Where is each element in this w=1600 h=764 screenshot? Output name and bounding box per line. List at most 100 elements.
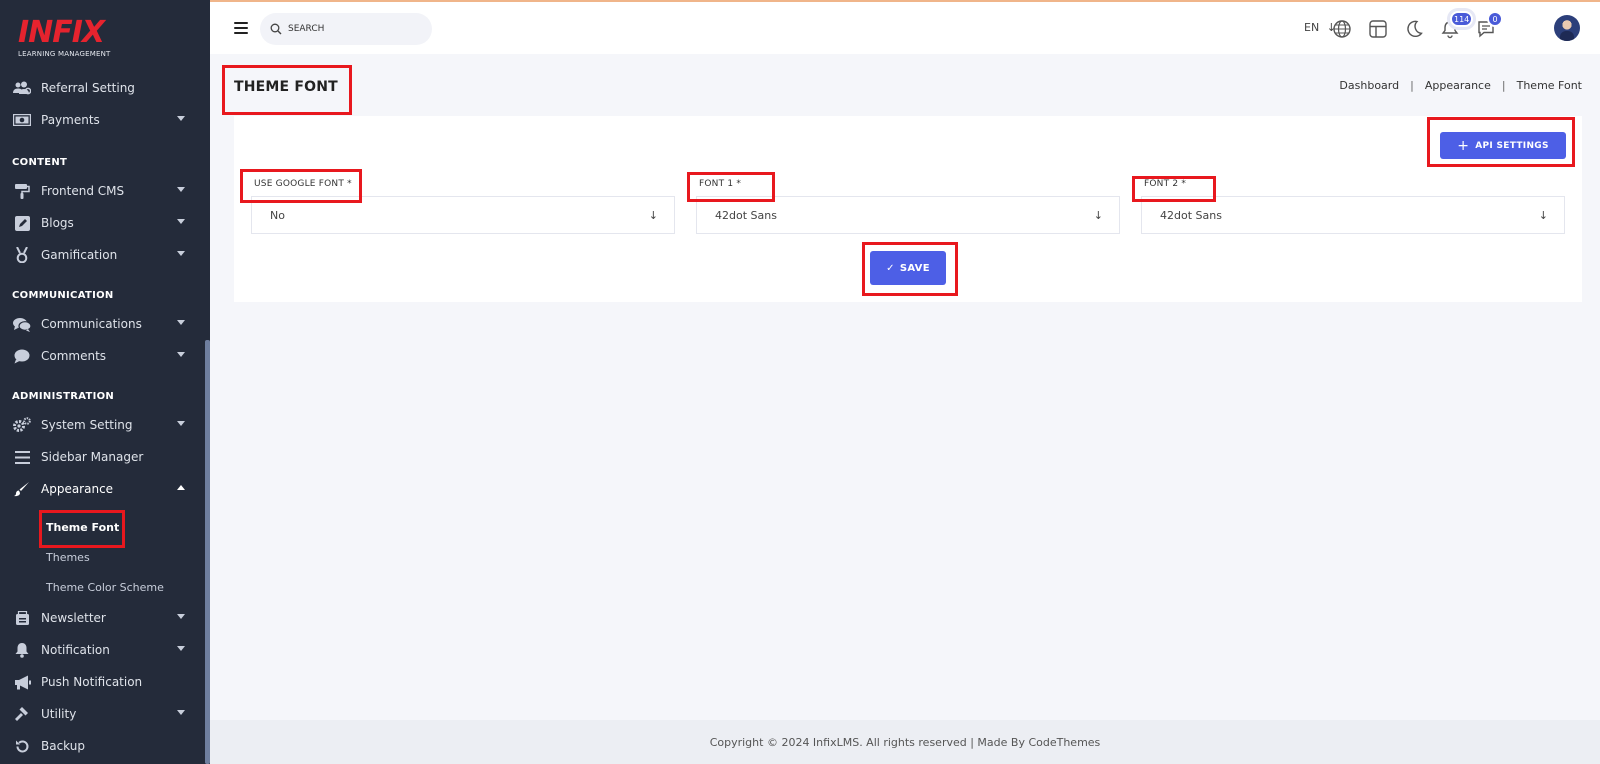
save-button[interactable]: ✓ SAVE (870, 251, 946, 285)
sidebar-item-backup[interactable]: Backup (0, 731, 205, 761)
sidebar-item-label: System Setting (41, 418, 133, 432)
arrow-down-icon: ↓ (1538, 208, 1548, 222)
chevron-down-icon (177, 219, 185, 224)
notification-count-badge: 114 (1450, 11, 1474, 27)
google-font-value: No (270, 208, 285, 222)
sidebar-subitem-theme-color-scheme[interactable]: Theme Color Scheme (46, 581, 164, 594)
sidebar-item-referral-setting[interactable]: Referral Setting (0, 73, 205, 103)
medal-icon (12, 247, 32, 263)
hammer-icon (12, 706, 32, 722)
chevron-down-icon (177, 421, 185, 426)
sidebar-item-push-notification[interactable]: Push Notification (0, 667, 205, 697)
sidebar-subitem-themes[interactable]: Themes (46, 551, 90, 564)
sidebar: INFIX LEARNING MANAGEMENT Referral Setti… (0, 0, 210, 764)
sidebar-item-label: Frontend CMS (41, 184, 125, 198)
font2-value: 42dot Sans (1160, 208, 1222, 222)
newsletter-icon (12, 610, 32, 626)
font2-select[interactable]: 42dot Sans ↓ (1141, 196, 1565, 234)
sidebar-item-notification[interactable]: Notification (0, 635, 205, 665)
breadcrumb-theme-font: Theme Font (1516, 79, 1582, 92)
font1-select[interactable]: 42dot Sans ↓ (696, 196, 1120, 234)
sidebar-item-label: Referral Setting (41, 81, 135, 95)
history-icon (12, 738, 32, 754)
sidebar-section-communication: COMMUNICATION (12, 290, 114, 301)
google-font-label: USE GOOGLE FONT * (254, 179, 352, 189)
user-avatar[interactable] (1554, 15, 1580, 41)
sidebar-subitem-theme-font[interactable]: Theme Font (46, 521, 119, 534)
language-label: EN (1304, 21, 1320, 34)
chevron-down-icon (177, 710, 185, 715)
search-box[interactable] (260, 13, 432, 45)
google-font-select[interactable]: No ↓ (251, 196, 675, 234)
paint-brush-icon (12, 481, 32, 497)
arrow-down-icon: ↓ (1093, 208, 1103, 222)
chevron-down-icon (177, 251, 185, 256)
sidebar-item-label: Push Notification (41, 675, 143, 689)
sidebar-item-label: Payments (41, 113, 100, 127)
theme-font-card: + API SETTINGS USE GOOGLE FONT * No ↓ FO… (234, 116, 1582, 302)
sidebar-item-label: Backup (41, 739, 85, 753)
sidebar-item-system-setting[interactable]: System Setting (0, 410, 205, 440)
gears-icon (12, 417, 32, 433)
chevron-down-icon (177, 614, 185, 619)
breadcrumb-separator: | (1410, 79, 1414, 92)
sidebar-item-blogs[interactable]: Blogs (0, 208, 205, 238)
save-label: SAVE (899, 262, 930, 274)
app-logo[interactable]: INFIX LEARNING MANAGEMENT (18, 18, 111, 59)
api-settings-button[interactable]: + API SETTINGS (1440, 132, 1566, 159)
font2-field: FONT 2 * 42dot Sans ↓ (1141, 176, 1565, 234)
chevron-down-icon (177, 187, 185, 192)
message-count-badge: 0 (1487, 11, 1503, 27)
sidebar-item-communications[interactable]: Communications (0, 309, 205, 339)
paint-roller-icon (12, 183, 32, 199)
menu-toggle-button[interactable] (234, 22, 248, 34)
sidebar-item-frontend-cms[interactable]: Frontend CMS (0, 176, 205, 206)
sidebar-item-utility[interactable]: Utility (0, 699, 205, 729)
font1-value: 42dot Sans (715, 208, 777, 222)
sidebar-item-newsletter[interactable]: Newsletter (0, 603, 205, 633)
breadcrumb: Dashboard | Appearance | Theme Font (1339, 79, 1582, 92)
sidebar-item-label: Appearance (41, 482, 114, 496)
hamburger-line (234, 22, 248, 24)
sidebar-item-label: Comments (41, 349, 107, 363)
megaphone-icon (12, 674, 32, 690)
sidebar-item-label: Communications (41, 317, 142, 331)
sidebar-section-content: CONTENT (12, 157, 68, 168)
logo-subtitle: LEARNING MANAGEMENT (18, 50, 111, 58)
sidebar-item-sidebar-manager[interactable]: Sidebar Manager (0, 442, 205, 472)
breadcrumb-separator: | (1501, 79, 1506, 92)
chevron-down-icon (177, 116, 185, 121)
font2-label: FONT 2 * (1144, 179, 1187, 189)
sidebar-item-payments[interactable]: Payments (0, 105, 205, 135)
sidebar-item-label: Utility (41, 707, 77, 721)
layout-icon[interactable] (1368, 19, 1388, 39)
sidebar-item-appearance[interactable]: Appearance (0, 474, 205, 504)
bars-icon (12, 449, 32, 465)
sidebar-item-label: Notification (41, 643, 110, 657)
moon-icon[interactable] (1404, 19, 1424, 39)
search-icon (270, 23, 282, 35)
sidebar-item-gamification[interactable]: Gamification (0, 240, 205, 270)
sidebar-item-comments[interactable]: Comments (0, 341, 205, 371)
search-input[interactable] (288, 24, 418, 34)
chevron-down-icon (177, 646, 185, 651)
font1-field: FONT 1 * 42dot Sans ↓ (696, 176, 1120, 234)
globe-icon[interactable] (1332, 19, 1352, 39)
api-settings-label: API SETTINGS (1475, 140, 1549, 151)
top-bar: EN ↓ 114 0 (210, 2, 1600, 54)
chevron-down-icon (177, 320, 185, 325)
arrow-down-icon: ↓ (648, 208, 658, 222)
sidebar-item-label: Sidebar Manager (41, 450, 144, 464)
chevron-up-icon (177, 485, 185, 490)
breadcrumb-appearance[interactable]: Appearance (1425, 79, 1491, 92)
chat-bubbles-icon (12, 316, 32, 332)
google-font-field: USE GOOGLE FONT * No ↓ (251, 176, 675, 234)
edit-icon (12, 215, 32, 231)
sidebar-item-label: Newsletter (41, 611, 106, 625)
comment-icon (12, 348, 32, 364)
money-icon (12, 112, 32, 128)
sidebar-scrollbar[interactable] (205, 340, 210, 764)
sidebar-item-label: Gamification (41, 248, 118, 262)
page-title: THEME FONT (234, 79, 338, 95)
breadcrumb-dashboard[interactable]: Dashboard (1339, 79, 1399, 92)
